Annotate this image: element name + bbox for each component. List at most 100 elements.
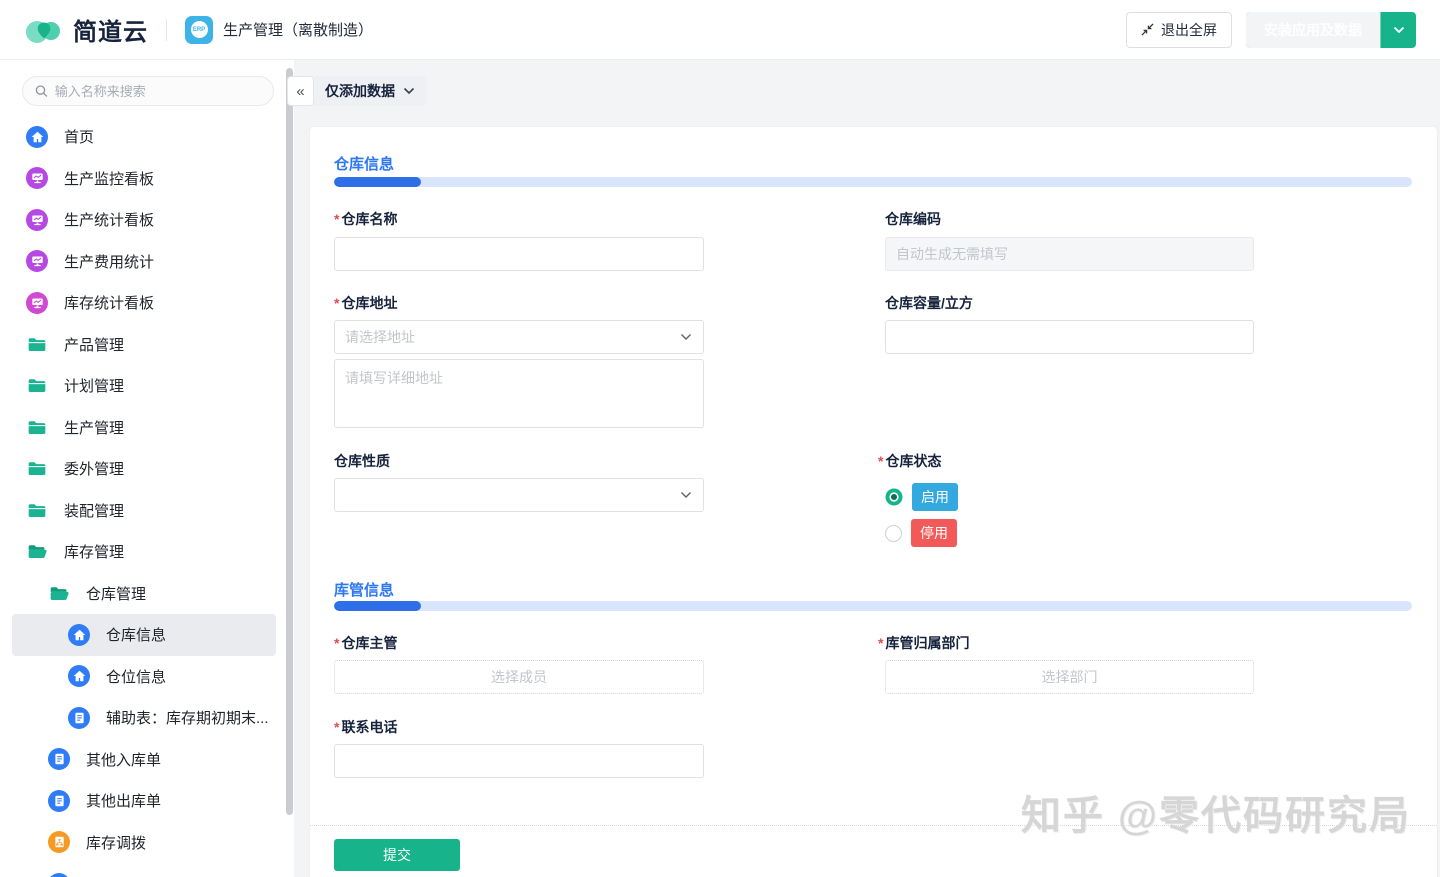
warehouse-capacity-input[interactable] [885, 320, 1254, 354]
required-marker: * [334, 211, 339, 227]
sidebar-nav: 首页 生产监控看板 生产统计看板 生产费用统计 [0, 116, 294, 877]
mode-dropdown[interactable]: 仅添加数据 [313, 76, 427, 106]
sidebar-item-home[interactable]: 首页 [0, 116, 294, 158]
sidebar-item-label: 辅助表：库存期初期末... [106, 707, 269, 728]
field-label-keeper-department: *库管归属部门 [878, 633, 969, 653]
exit-fullscreen-icon [1141, 23, 1154, 36]
sidebar-item-warehouse-management[interactable]: 仓库管理 [0, 573, 294, 615]
address-select[interactable]: 请选择地址 [334, 320, 704, 354]
form-footer-divider [310, 825, 1437, 826]
chevron-down-icon [679, 330, 693, 344]
sidebar-item-aux-table-inventory-period[interactable]: 辅助表：库存期初期末... [0, 697, 294, 739]
dashboard-icon [26, 209, 48, 231]
status-tag-disabled: 停用 [911, 519, 957, 547]
sidebar-search[interactable] [22, 76, 274, 106]
folder-icon [26, 333, 48, 355]
sidebar-item-other-outbound-order[interactable]: 其他出库单 [0, 780, 294, 822]
sidebar-item-label: 仓库信息 [106, 624, 166, 645]
field-label-warehouse-manager: *仓库主管 [334, 633, 397, 653]
section-progress-bar [334, 177, 1412, 187]
mode-dropdown-label: 仅添加数据 [325, 81, 395, 101]
sidebar-scrollbar[interactable] [286, 68, 293, 815]
sidebar-item-bin-info[interactable]: 仓位信息 [0, 656, 294, 698]
sidebar-item-outsourcing-management[interactable]: 委外管理 [0, 448, 294, 490]
logo-text: 简道云 [73, 12, 148, 47]
sidebar-item-production-monitor-board[interactable]: 生产监控看板 [0, 158, 294, 200]
sidebar-item-label: 生产监控看板 [64, 168, 154, 189]
field-label-warehouse-status: *仓库状态 [878, 451, 941, 471]
jiandaoyun-logo-icon [24, 13, 64, 47]
status-radio-disabled[interactable]: 停用 [885, 519, 957, 547]
required-marker: * [334, 635, 339, 651]
folder-icon [26, 375, 48, 397]
sidebar-item-other-inbound-order[interactable]: 其他入库单 [0, 739, 294, 781]
dashboard-icon [26, 292, 48, 314]
sidebar-item-label: 其他出库单 [86, 790, 161, 811]
sidebar-item-label: 产品管理 [64, 334, 124, 355]
sidebar-item-assembly-management[interactable]: 装配管理 [0, 490, 294, 532]
sidebar-item-warehouse-info[interactable]: 仓库信息 [12, 614, 276, 656]
field-label-warehouse-nature: 仓库性质 [334, 451, 390, 471]
search-input[interactable] [55, 84, 261, 99]
app-icon: ERP [185, 16, 213, 44]
sidebar-item-label: 库存统计看板 [64, 292, 154, 313]
search-icon [35, 84, 48, 98]
sidebar-item-label: 委外管理 [64, 458, 124, 479]
dashboard-icon [26, 250, 48, 272]
folder-open-icon [26, 541, 48, 563]
field-label-warehouse-capacity: 仓库容量/立方 [885, 293, 973, 313]
radio-selected-icon [885, 488, 903, 506]
folder-icon [26, 458, 48, 480]
section-title-warehouse-info: 仓库信息 [334, 153, 394, 174]
warehouse-code-input [885, 237, 1254, 271]
chevron-down-icon [1393, 26, 1405, 34]
address-detail-textarea[interactable] [334, 359, 704, 428]
sidebar-item-label: 首页 [64, 126, 94, 147]
chevron-down-icon [679, 488, 693, 502]
required-marker: * [334, 719, 339, 735]
warehouse-name-input[interactable] [334, 237, 704, 271]
nature-select[interactable] [334, 478, 704, 512]
sidebar-item-partial[interactable] [0, 863, 294, 877]
folder-icon [26, 416, 48, 438]
exit-fullscreen-label: 退出全屏 [1161, 20, 1217, 40]
select-member-button[interactable]: 选择成员 [334, 660, 704, 694]
sidebar-collapse-button[interactable]: « [287, 76, 314, 106]
field-label-contact-phone: *联系电话 [334, 717, 397, 737]
app-title: 生产管理（离散制造） [223, 19, 373, 40]
required-marker: * [334, 295, 339, 311]
install-app-split-button[interactable]: 安装应用及数据 [1246, 12, 1416, 48]
sidebar-item-inventory-stats-board[interactable]: 库存统计看板 [0, 282, 294, 324]
transfer-icon [48, 831, 70, 853]
sidebar-item-label: 计划管理 [64, 375, 124, 396]
sidebar-item-production-management[interactable]: 生产管理 [0, 407, 294, 449]
home-icon [68, 665, 90, 687]
contact-phone-input[interactable] [334, 744, 704, 778]
required-marker: * [878, 453, 883, 469]
sidebar-item-product-management[interactable]: 产品管理 [0, 324, 294, 366]
home-icon [26, 126, 48, 148]
sidebar-item-label: 仓位信息 [106, 666, 166, 687]
sidebar-item-production-cost-stats[interactable]: 生产费用统计 [0, 241, 294, 283]
radio-unselected-icon [885, 525, 902, 542]
folder-icon [26, 499, 48, 521]
submit-button[interactable]: 提交 [334, 839, 460, 871]
sidebar-item-inventory-transfer[interactable]: 库存调拨 [0, 822, 294, 864]
sidebar-item-label: 其他入库单 [86, 749, 161, 770]
sidebar-item-label: 库存调拨 [86, 832, 146, 853]
status-radio-enabled[interactable]: 启用 [885, 483, 958, 511]
sidebar-item-plan-management[interactable]: 计划管理 [0, 365, 294, 407]
exit-fullscreen-button[interactable]: 退出全屏 [1126, 12, 1232, 48]
select-department-button[interactable]: 选择部门 [885, 660, 1254, 694]
required-marker: * [878, 635, 883, 651]
install-app-label[interactable]: 安装应用及数据 [1246, 12, 1380, 48]
field-label-warehouse-code: 仓库编码 [885, 209, 941, 229]
sidebar-item-inventory-management[interactable]: 库存管理 [0, 531, 294, 573]
home-icon [68, 624, 90, 646]
install-app-dropdown-toggle[interactable] [1380, 12, 1416, 48]
sidebar-item-label: 生产费用统计 [64, 251, 154, 272]
section-title-keeper-info: 库管信息 [334, 579, 394, 600]
sidebar-item-production-stats-board[interactable]: 生产统计看板 [0, 199, 294, 241]
form-card: 仓库信息 *仓库名称 仓库编码 *仓库地址 请选择地址 仓库容量/立方 仓库性质 [310, 127, 1437, 877]
app-icon-erp-label: ERP [191, 21, 208, 38]
